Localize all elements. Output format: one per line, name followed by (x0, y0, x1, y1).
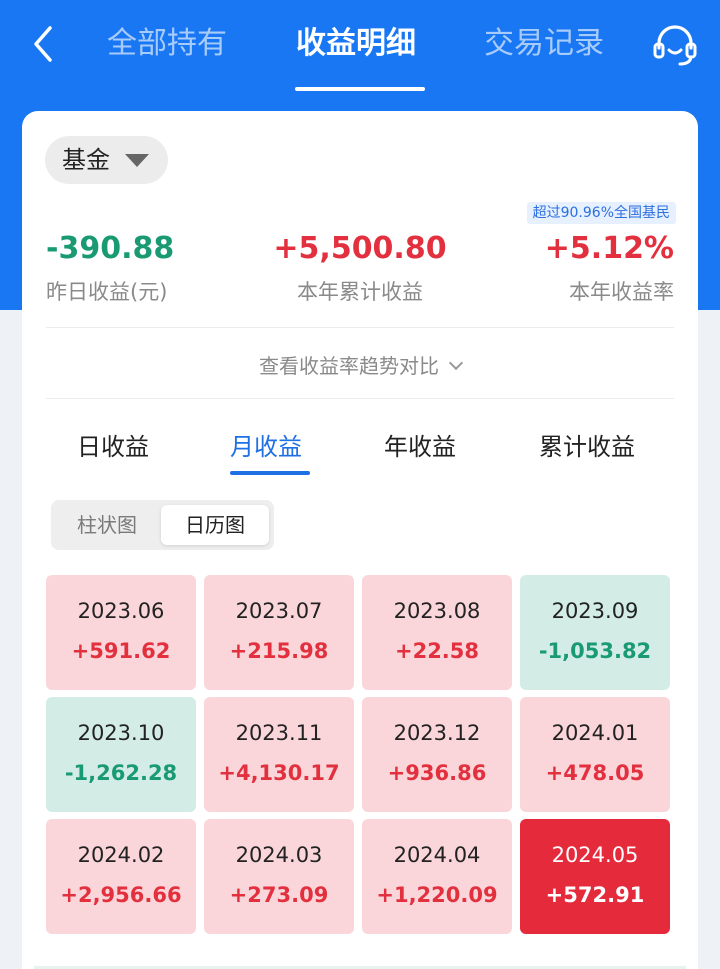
ytd-rate-label: 本年收益率 (569, 280, 674, 304)
cell-month: 2024.04 (393, 843, 481, 867)
cell-value: -1,053.82 (538, 639, 652, 663)
tab-all-holdings[interactable]: 全部持有 (107, 22, 227, 66)
cell-month: 2024.01 (551, 721, 639, 745)
asset-type-label: 基金 (62, 146, 110, 174)
chevron-left-icon (34, 26, 52, 62)
cell-value: +215.98 (229, 639, 329, 663)
chevron-down-icon (448, 355, 464, 371)
tab-transaction-records[interactable]: 交易记录 (484, 22, 604, 66)
calendar-cell-2023-11[interactable]: 2023.11 +4,130.17 (204, 697, 354, 812)
cell-month: 2024.02 (77, 843, 165, 867)
ytd-rate-value: +5.12% (544, 231, 674, 266)
ytd-profit-label: 本年累计收益 (297, 280, 423, 304)
cell-value: -1,262.28 (64, 761, 178, 785)
cell-month: 2024.03 (235, 843, 323, 867)
trend-comparison-label: 查看收益率趋势对比 (259, 354, 439, 378)
ytd-profit-value: +5,500.80 (273, 231, 447, 266)
cell-value: +22.58 (394, 639, 480, 663)
calendar-view-option[interactable]: 日历图 (161, 505, 269, 545)
active-period-indicator (230, 471, 310, 475)
headset-icon (653, 25, 697, 66)
yesterday-profit-value: -390.88 (46, 231, 175, 266)
tab-monthly-profit[interactable]: 月收益 (230, 429, 302, 465)
active-tab-indicator (295, 87, 425, 91)
customer-service-button[interactable] (650, 20, 700, 70)
view-toggle: 柱状图 日历图 (51, 500, 274, 550)
calendar-cell-2024-02[interactable]: 2024.02 +2,956.66 (46, 819, 196, 934)
cell-value: +273.09 (229, 883, 329, 907)
asset-type-selector[interactable]: 基金 (45, 136, 168, 184)
divider (46, 398, 674, 399)
back-button[interactable] (24, 20, 64, 68)
tab-profit-details[interactable]: 收益明细 (296, 22, 416, 66)
tab-cumulative-profit[interactable]: 累计收益 (539, 429, 635, 465)
cell-month: 2023.10 (77, 721, 165, 745)
divider (46, 327, 674, 328)
cell-month: 2023.08 (393, 599, 481, 623)
rank-badge: 超过90.96%全国基民 (526, 202, 676, 224)
bar-chart-view-option[interactable]: 柱状图 (57, 505, 157, 545)
cell-month: 2023.07 (235, 599, 323, 623)
cell-month: 2023.11 (235, 721, 323, 745)
cell-value: +478.05 (545, 761, 645, 785)
calendar-cell-2024-01[interactable]: 2024.01 +478.05 (520, 697, 670, 812)
cell-value: +591.62 (71, 639, 171, 663)
cell-month: 2023.12 (393, 721, 481, 745)
cell-value: +572.91 (545, 883, 645, 907)
calendar-cell-2023-08[interactable]: 2023.08 +22.58 (362, 575, 512, 690)
cell-month: 2024.05 (551, 843, 639, 867)
tab-yearly-profit[interactable]: 年收益 (384, 429, 456, 465)
calendar-cell-2024-03[interactable]: 2024.03 +273.09 (204, 819, 354, 934)
cell-value: +1,220.09 (376, 883, 498, 907)
profit-card: 基金 超过90.96%全国基民 -390.88 昨日收益(元) +5,500.8… (22, 111, 698, 969)
cell-value: +936.86 (387, 761, 487, 785)
trend-comparison-link[interactable]: 查看收益率趋势对比 (22, 349, 698, 383)
calendar-cell-2023-10[interactable]: 2023.10 -1,262.28 (46, 697, 196, 812)
calendar-cell-2023-06[interactable]: 2023.06 +591.62 (46, 575, 196, 690)
cell-month: 2023.09 (551, 599, 639, 623)
calendar-cell-2024-04[interactable]: 2024.04 +1,220.09 (362, 819, 512, 934)
top-navigation-bar: 全部持有 收益明细 交易记录 (0, 0, 720, 100)
cell-month: 2023.06 (77, 599, 165, 623)
yesterday-profit-label: 昨日收益(元) (46, 280, 168, 304)
calendar-cell-2023-12[interactable]: 2023.12 +936.86 (362, 697, 512, 812)
cell-value: +4,130.17 (218, 761, 340, 785)
tab-daily-profit[interactable]: 日收益 (77, 429, 149, 465)
calendar-cell-2024-05[interactable]: 2024.05 +572.91 (520, 819, 670, 934)
calendar-cell-2023-09[interactable]: 2023.09 -1,053.82 (520, 575, 670, 690)
caret-down-icon (125, 154, 149, 167)
calendar-cell-2023-07[interactable]: 2023.07 +215.98 (204, 575, 354, 690)
cell-value: +2,956.66 (60, 883, 182, 907)
